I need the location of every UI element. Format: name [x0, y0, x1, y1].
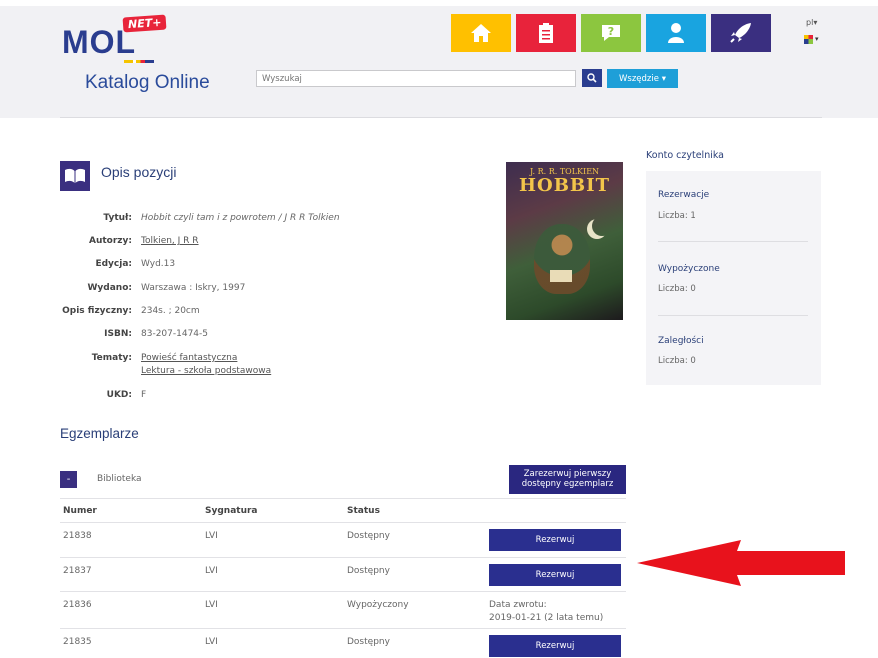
author-link[interactable]: Tolkien, J R R [141, 236, 199, 246]
field-label-title: Tytuł: [103, 213, 132, 223]
flag-icon-lower [804, 39, 813, 44]
loans-heading[interactable]: Wypożyczone [658, 264, 720, 274]
home-icon [471, 24, 491, 42]
nav-rocket-button[interactable] [711, 14, 771, 52]
return-date-label: Data zwrotu: [489, 600, 547, 610]
field-value-isbn: 83-207-1474-5 [141, 329, 209, 339]
logo-color-bar [124, 60, 154, 63]
reservations-count: Liczba: 1 [658, 211, 696, 221]
search-scope-dropdown[interactable]: Wszędzie ▾ [607, 69, 678, 88]
column-header-status: Status [347, 506, 380, 516]
overdue-heading[interactable]: Zaległości [658, 336, 704, 346]
table-divider [60, 628, 626, 629]
reader-account-title: Konto czytelnika [646, 150, 725, 161]
table-divider [60, 498, 626, 499]
field-value-published: Warszawa : Iskry, 1997 [141, 283, 246, 293]
nav-clipboard-button[interactable] [516, 14, 576, 52]
header-divider [60, 117, 822, 118]
divider [658, 241, 808, 242]
search-button[interactable] [582, 69, 602, 87]
cover-title: HOBBIT [519, 175, 610, 196]
scope-label: Wszędzie [619, 73, 659, 84]
copy-number: 21837 [63, 566, 92, 576]
collapse-toggle-button[interactable]: - [60, 471, 77, 488]
section-title-item: Opis pozycji [101, 164, 177, 180]
copy-status: Dostępny [347, 566, 390, 576]
copy-number: 21836 [63, 600, 92, 610]
loans-count: Liczba: 0 [658, 284, 696, 294]
cover-moon [592, 216, 612, 236]
field-value-physical: 234s. ; 20cm [141, 306, 200, 316]
reserve-button[interactable]: Rezerwuj [489, 635, 621, 657]
library-name: Biblioteka [97, 474, 142, 484]
caret-down-icon: ▾ [813, 18, 818, 27]
top-strip [0, 0, 878, 6]
field-label-physical: Opis fizyczny: [62, 306, 132, 316]
field-label-edition: Edycja: [95, 259, 132, 269]
table-divider [60, 522, 626, 523]
copy-number: 21835 [63, 637, 92, 647]
field-label-subjects: Tematy: [91, 353, 132, 363]
field-label-isbn: ISBN: [104, 329, 132, 339]
field-value-ukd: F [141, 390, 147, 400]
reserve-first-available-button[interactable]: Zarezerwuj pierwszy dostępny egzemplarz [509, 465, 626, 494]
field-label-authors: Autorzy: [88, 236, 132, 246]
logo-badge: NET+ [122, 14, 167, 33]
field-label-ukd: UKD: [106, 390, 132, 400]
search-input[interactable] [256, 70, 576, 87]
caret-down-icon: ▾ [815, 35, 819, 43]
annotation-arrow-icon [637, 540, 845, 586]
table-divider [60, 557, 626, 558]
copy-status: Wypożyczony [347, 600, 409, 610]
reserve-button[interactable]: Rezerwuj [489, 564, 621, 586]
cover-figure [534, 224, 590, 294]
subject-link[interactable]: Powieść fantastyczna [141, 353, 237, 363]
subject-link[interactable]: Lektura - szkoła podstawowa [141, 366, 271, 376]
reserve-button[interactable]: Rezerwuj [489, 529, 621, 551]
user-icon [668, 23, 684, 43]
overdue-count: Liczba: 0 [658, 356, 696, 366]
return-date-value: 2019-01-21 (2 lata temu) [489, 613, 604, 623]
book-icon [60, 161, 90, 191]
copy-signature: LVI [205, 566, 218, 576]
title-text: Hobbit czyli tam i z powrotem / J R R To… [141, 213, 340, 223]
reserve-first-label: Zarezerwuj pierwszy dostępny egzemplarz [521, 469, 614, 489]
divider [658, 315, 808, 316]
book-cover-image[interactable]: J. R. R. TOLKIEN HOBBIT [506, 162, 623, 320]
reader-account-panel [646, 171, 821, 385]
column-header-signature: Sygnatura [205, 506, 258, 516]
field-value-edition: Wyd.13 [141, 259, 176, 269]
rocket-icon [730, 23, 751, 43]
reservations-heading[interactable]: Rezerwacje [658, 190, 709, 200]
copy-status: Dostępny [347, 531, 390, 541]
column-header-number: Numer [63, 506, 97, 516]
copy-status: Dostępny [347, 637, 390, 647]
table-divider [60, 591, 626, 592]
cover-book [550, 270, 572, 282]
caret-down-icon: ▾ [659, 73, 666, 84]
field-label-published: Wydano: [87, 283, 133, 293]
nav-home-button[interactable] [451, 14, 511, 52]
site-title[interactable]: Katalog Online [85, 72, 210, 94]
help-icon: ? [602, 25, 620, 41]
copy-signature: LVI [205, 637, 218, 647]
nav-user-button[interactable] [646, 14, 706, 52]
nav-help-button[interactable]: ? [581, 14, 641, 52]
copy-signature: LVI [205, 531, 218, 541]
svg-text:?: ? [608, 25, 614, 38]
search-icon [587, 73, 597, 83]
copy-signature: LVI [205, 600, 218, 610]
copies-title: Egzemplarze [60, 426, 139, 441]
language-selector[interactable]: pl▾ [806, 18, 817, 27]
field-value-title: Hobbit czyli tam i z powrotem / J R R To… [141, 213, 340, 223]
clipboard-icon [539, 23, 553, 43]
copy-number: 21838 [63, 531, 92, 541]
